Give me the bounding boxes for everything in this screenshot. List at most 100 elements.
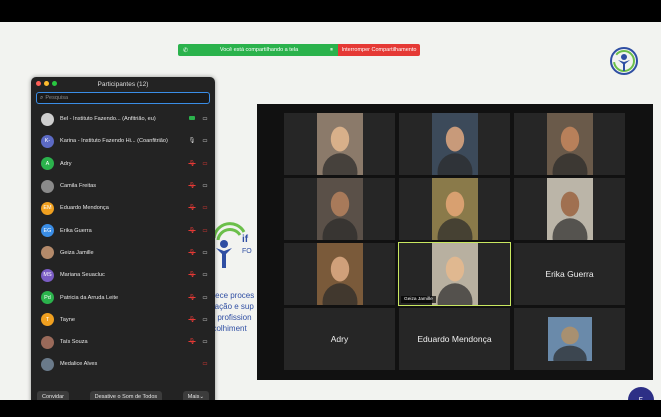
participant-controls: 🎙 ▭ — [188, 250, 209, 256]
participant-row[interactable]: Pd Patricia da Arruda Leite 🎙 ▭ — [31, 286, 215, 308]
camera-icon[interactable]: ▭ — [201, 339, 209, 345]
tile-name-label: Geiza Jamille — [401, 296, 436, 303]
video-tile[interactable] — [514, 308, 625, 370]
video-tile[interactable] — [284, 243, 395, 305]
camera-off-icon[interactable]: ▭ — [201, 161, 209, 167]
participant-row[interactable]: Camila Freitas 🎙 ▭ — [31, 175, 215, 197]
video-feed — [431, 113, 478, 175]
participant-row[interactable]: Medalice Alves ▭ — [31, 353, 215, 375]
tile-participant-name: Erika Guerra — [545, 269, 594, 279]
avatar — [41, 246, 54, 260]
participant-name: Erika Guerra — [60, 227, 92, 234]
participant-row[interactable]: Geiza Jamille 🎙 ▭ — [31, 242, 215, 264]
video-gallery: Geiza Jamille Erika Guerra Adry Eduardo Men… — [257, 104, 653, 380]
camera-icon[interactable]: ▭ — [201, 295, 209, 301]
avatar: Pd — [41, 291, 54, 305]
participant-row[interactable]: T Tayne 🎙 ▭ — [31, 309, 215, 331]
video-tile[interactable]: Eduardo Mendonça — [399, 308, 510, 370]
camera-off-icon[interactable]: ▭ — [201, 205, 209, 211]
participant-controls: 🎙 ▭ — [188, 272, 209, 278]
panel-footer: Convidar Desative o Som de Todos Mais⌄ — [31, 391, 215, 400]
video-tile[interactable] — [284, 113, 395, 175]
participant-name: Mariana Seuacluc — [60, 272, 105, 279]
camera-icon[interactable]: ▭ — [201, 116, 209, 122]
video-feed — [316, 113, 363, 175]
more-button[interactable]: Mais⌄ — [182, 391, 209, 400]
participant-row[interactable]: EG Erika Guerra 🎙 ▭ — [31, 219, 215, 241]
participant-name: Medalice Alves — [60, 361, 98, 368]
phone-icon[interactable]: ✆ — [183, 47, 188, 54]
search-input[interactable]: ⌕ Pesquisa — [36, 92, 210, 104]
mic-muted-icon[interactable]: 🎙 — [188, 339, 196, 345]
mic-muted-icon[interactable]: 🎙 — [188, 228, 196, 234]
avatar: EM — [41, 201, 54, 215]
participant-controls: 🎙 ▭ — [188, 295, 209, 301]
avatar — [41, 179, 54, 193]
window-controls — [36, 81, 57, 86]
mic-muted-icon[interactable]: 🎙 — [188, 295, 196, 301]
video-feed — [546, 178, 593, 240]
mic-muted-icon[interactable]: 🎙 — [188, 272, 196, 278]
camera-icon[interactable]: ▭ — [201, 138, 209, 144]
participant-row[interactable]: EM Eduardo Mendonça 🎙 ▭ — [31, 197, 215, 219]
participant-name: Bel - Instituto Fazendo... (Anfitrião, e… — [60, 116, 156, 123]
video-tile[interactable] — [399, 113, 510, 175]
institute-logo-large — [212, 222, 246, 268]
mic-muted-icon[interactable]: 🎙 — [188, 183, 196, 189]
camera-off-icon[interactable]: ▭ — [201, 228, 209, 234]
minimize-icon[interactable] — [44, 81, 49, 86]
video-tile[interactable] — [514, 113, 625, 175]
tile-participant-name: Adry — [330, 334, 349, 344]
invite-button[interactable]: Convidar — [37, 391, 70, 400]
camera-icon[interactable]: ▭ — [201, 183, 209, 189]
mic-icon[interactable]: 🎙 — [188, 138, 196, 144]
video-tile[interactable]: Erika Guerra — [514, 243, 625, 305]
video-tile[interactable]: Adry — [284, 308, 395, 370]
participant-controls: 🎙 ▭ — [188, 138, 209, 144]
participant-name: Taís Souza — [60, 339, 88, 346]
camera-icon[interactable]: ▭ — [201, 317, 209, 323]
camera-icon[interactable]: ▭ — [201, 250, 209, 256]
slide-heading-fragment: if — [242, 234, 249, 245]
participant-name: Karina - Instituto Fazendo Hi... (Coanfi… — [60, 138, 168, 145]
participant-name: Geiza Jamille — [60, 249, 94, 256]
share-status: ✆ Você está compartilhando a tela ⏸ — [178, 44, 338, 56]
pause-icon[interactable]: ⏸ — [330, 47, 333, 54]
participant-controls: 🎙 ▭ — [188, 317, 209, 323]
video-tile[interactable] — [284, 178, 395, 240]
screen-share-banner: ✆ Você está compartilhando a tela ⏸ Inte… — [178, 44, 420, 56]
mic-muted-icon[interactable]: 🎙 — [188, 205, 196, 211]
host-mic-icon[interactable] — [188, 116, 196, 122]
participant-row[interactable]: K- Karina - Instituto Fazendo Hi... (Coan… — [31, 130, 215, 152]
mic-muted-icon[interactable]: 🎙 — [188, 161, 196, 167]
stop-share-button[interactable]: Interromper Compartilhamento — [338, 44, 420, 56]
participant-controls: 🎙 ▭ — [188, 183, 209, 189]
video-tile[interactable] — [514, 178, 625, 240]
mute-all-button[interactable]: Desative o Som de Todos — [89, 391, 163, 400]
video-tile[interactable]: Geiza Jamille — [398, 242, 511, 306]
slide-subheading-fragment: FO — [242, 248, 252, 255]
camera-icon[interactable]: ▭ — [201, 272, 209, 278]
mic-muted-icon[interactable]: 🎙 — [188, 317, 196, 323]
video-feed — [431, 178, 478, 240]
participant-row[interactable]: Bel - Instituto Fazendo... (Anfitrião, e… — [31, 108, 215, 130]
panel-title: Participantes (12) — [97, 80, 149, 88]
maximize-icon[interactable] — [52, 81, 57, 86]
mic-muted-icon[interactable]: 🎙 — [188, 250, 196, 256]
close-icon[interactable] — [36, 81, 41, 86]
participant-controls: ▭ — [188, 361, 209, 367]
participant-row[interactable]: Taís Souza 🎙 ▭ — [31, 331, 215, 353]
participant-list: Bel - Instituto Fazendo... (Anfitrião, e… — [31, 108, 215, 376]
participant-controls: 🎙 ▭ — [188, 339, 209, 345]
participant-row[interactable]: A Adry 🎙 ▭ — [31, 153, 215, 175]
avatar — [41, 112, 54, 126]
camera-off-icon[interactable]: ▭ — [201, 361, 209, 367]
participants-panel: Participantes (12) ⌕ Pesquisa Bel - Inst… — [31, 77, 215, 400]
avatar: EG — [41, 224, 54, 238]
search-icon: ⌕ — [40, 94, 44, 101]
video-tile[interactable] — [399, 178, 510, 240]
avatar: MS — [41, 268, 54, 282]
participant-row[interactable]: MS Mariana Seuacluc 🎙 ▭ — [31, 264, 215, 286]
participant-controls: ▭ — [188, 116, 209, 122]
shared-screen: if FO erece proces mação e sup ra profis… — [0, 22, 661, 400]
